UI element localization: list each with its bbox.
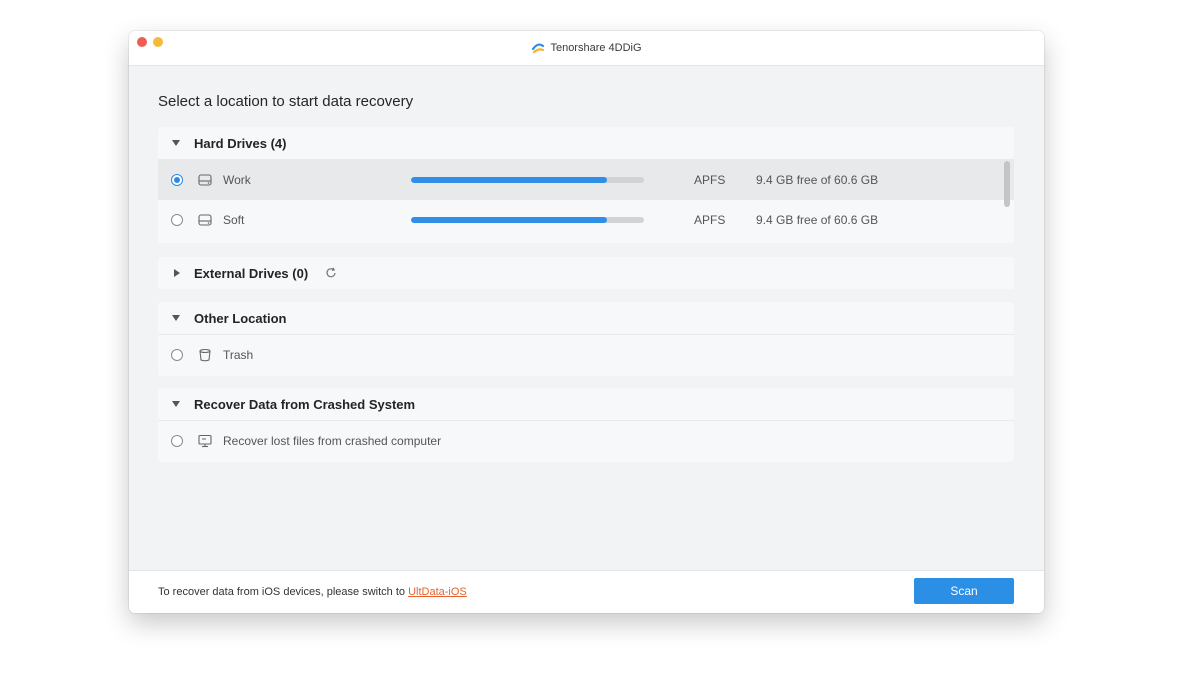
crashed-system-title: Recover Data from Crashed System	[194, 396, 416, 412]
crashed-computer-radio[interactable]	[171, 435, 183, 447]
drive-radio-work[interactable]	[171, 174, 183, 186]
page-title: Select a location to start data recovery	[158, 93, 414, 110]
app-window: Tenorshare 4DDiG Select a location to st…	[129, 31, 1044, 613]
drives-scrollbar[interactable]	[1004, 159, 1010, 239]
drive-capacity: 9.4 GB free of 60.6 GB	[756, 173, 879, 187]
window-title-group: Tenorshare 4DDiG	[129, 41, 1044, 55]
title-bar: Tenorshare 4DDiG	[129, 31, 1044, 66]
external-drives-section: External Drives (0)	[158, 257, 1014, 289]
drive-filesystem: APFS	[694, 213, 726, 227]
other-location-section: Other Location Trash	[158, 302, 1014, 376]
monitor-icon	[198, 434, 212, 448]
trash-icon	[199, 348, 211, 362]
drive-icon	[198, 174, 212, 186]
tenorshare-logo-icon	[532, 43, 545, 54]
drives-scrollbar-thumb[interactable]	[1004, 161, 1010, 207]
drive-label: Soft	[223, 213, 245, 227]
footer-bar: To recover data from iOS devices, please…	[129, 570, 1044, 613]
hard-drives-title: Hard Drives (4)	[194, 135, 287, 151]
trash-label: Trash	[223, 348, 254, 362]
drive-filesystem: APFS	[694, 173, 726, 187]
expand-caret-icon[interactable]	[174, 269, 180, 277]
hard-drives-header[interactable]: Hard Drives (4)	[158, 127, 1014, 160]
collapse-caret-icon[interactable]	[172, 140, 180, 146]
ultdata-ios-link[interactable]: UltData-iOS	[408, 586, 467, 598]
trash-row[interactable]: Trash	[158, 335, 1014, 375]
hard-drives-section: Hard Drives (4) Work APFS 9.4 GB free of…	[158, 127, 1014, 243]
crashed-computer-label: Recover lost files from crashed computer	[223, 434, 442, 448]
crashed-computer-row[interactable]: Recover lost files from crashed computer	[158, 421, 1014, 461]
drive-usage-bar	[411, 217, 644, 223]
drive-row-work[interactable]: Work APFS 9.4 GB free of 60.6 GB	[158, 160, 1014, 200]
other-location-title: Other Location	[194, 310, 287, 326]
external-drives-header[interactable]: External Drives (0)	[158, 257, 1014, 289]
drive-capacity: 9.4 GB free of 60.6 GB	[756, 213, 879, 227]
crashed-system-section: Recover Data from Crashed System Recover…	[158, 388, 1014, 462]
collapse-caret-icon[interactable]	[172, 401, 180, 407]
other-location-header[interactable]: Other Location	[158, 302, 1014, 335]
drive-row-soft[interactable]: Soft APFS 9.4 GB free of 60.6 GB	[158, 200, 1014, 240]
external-drives-title: External Drives (0)	[194, 265, 309, 281]
scan-button[interactable]: Scan	[914, 578, 1014, 604]
drive-usage-bar	[411, 177, 644, 183]
window-title: Tenorshare 4DDiG	[550, 42, 642, 54]
drive-usage-fill	[411, 217, 607, 223]
drive-label: Work	[223, 173, 251, 187]
drive-icon	[198, 214, 212, 226]
crashed-system-header[interactable]: Recover Data from Crashed System	[158, 388, 1014, 421]
ios-switch-notice: To recover data from iOS devices, please…	[158, 586, 467, 598]
collapse-caret-icon[interactable]	[172, 315, 180, 321]
trash-radio[interactable]	[171, 349, 183, 361]
drive-usage-fill	[411, 177, 607, 183]
drive-radio-soft[interactable]	[171, 214, 183, 226]
ios-switch-text: To recover data from iOS devices, please…	[158, 586, 409, 598]
refresh-icon[interactable]	[324, 266, 338, 280]
